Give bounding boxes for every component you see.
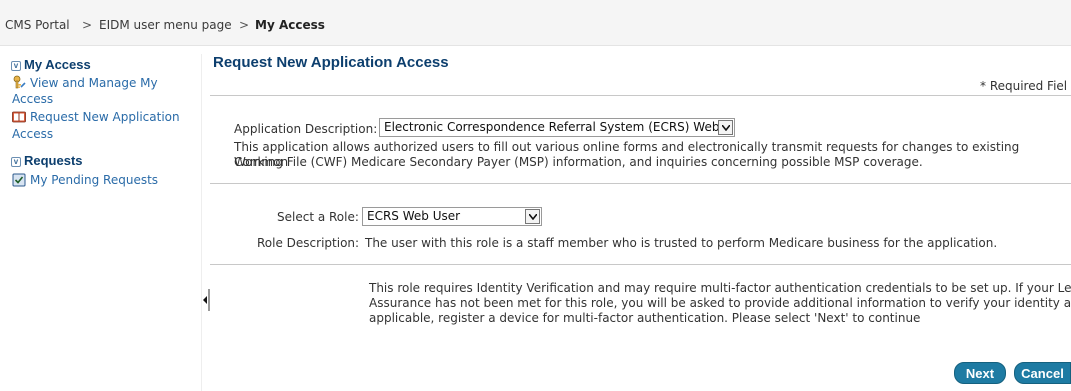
application-select[interactable]: Electronic Correspondence Referral Syste…: [379, 118, 735, 137]
checklist-icon: [12, 173, 26, 187]
role-select[interactable]: ECRS Web User: [362, 207, 542, 226]
role-select-value: ECRS Web User: [367, 209, 461, 223]
collapse-toggle-icon[interactable]: v: [11, 61, 21, 71]
required-field-note: * Required Fiel: [980, 79, 1068, 93]
application-description-line: Working File (CWF) Medicare Secondary Pa…: [234, 155, 923, 169]
application-description-label: Application Description:: [234, 122, 378, 136]
sidebar-item-view-manage-access-line2[interactable]: Access: [12, 92, 53, 107]
collapse-toggle-icon[interactable]: v: [11, 157, 21, 167]
select-role-label: Select a Role:: [277, 210, 359, 224]
role-description-label: Role Description:: [257, 236, 360, 250]
breadcrumb-separator: >: [82, 18, 93, 32]
sidebar-section-my-access[interactable]: v My Access: [11, 57, 91, 73]
page-title: Request New Application Access: [213, 54, 449, 71]
sidebar-item-view-manage-access[interactable]: View and Manage My: [30, 76, 158, 91]
application-select-value: Electronic Correspondence Referral Syste…: [384, 120, 720, 134]
chevron-down-icon[interactable]: [718, 120, 733, 135]
collapse-sidebar-icon[interactable]: [201, 289, 210, 311]
user-key-icon: [13, 75, 26, 89]
sidebar-item-pending-requests[interactable]: My Pending Requests: [30, 173, 158, 188]
sidebar-item-request-new-access[interactable]: Request New Application: [30, 110, 180, 125]
divider: [210, 95, 1071, 96]
role-description-text: The user with this role is a staff membe…: [365, 236, 998, 250]
sidebar: v My Access View and Manage My Access Req…: [6, 54, 202, 391]
book-icon: [12, 111, 26, 123]
breadcrumb: CMS Portal > EIDM user menu page > My Ac…: [0, 0, 1071, 46]
identity-notice-line: Assurance has not been met for this role…: [369, 296, 1071, 310]
identity-notice-line: This role requires Identity Verification…: [369, 281, 1071, 295]
sidebar-section-title: My Access: [24, 57, 91, 72]
divider: [210, 183, 1071, 184]
divider: [210, 264, 1071, 265]
sidebar-section-title: Requests: [24, 153, 83, 168]
chevron-down-icon[interactable]: [525, 209, 540, 224]
breadcrumb-separator: >: [239, 18, 250, 32]
breadcrumb-item-cms-portal[interactable]: CMS Portal: [5, 18, 70, 32]
breadcrumb-item-current: My Access: [255, 18, 325, 32]
identity-notice-line: applicable, register a device for multi-…: [369, 311, 921, 325]
sidebar-item-request-new-access-line2[interactable]: Access: [12, 127, 53, 142]
sidebar-section-requests[interactable]: v Requests: [11, 153, 83, 169]
cancel-button[interactable]: Cancel: [1014, 362, 1071, 384]
next-button[interactable]: Next: [954, 362, 1006, 384]
breadcrumb-item-eidm-menu[interactable]: EIDM user menu page: [99, 18, 232, 32]
